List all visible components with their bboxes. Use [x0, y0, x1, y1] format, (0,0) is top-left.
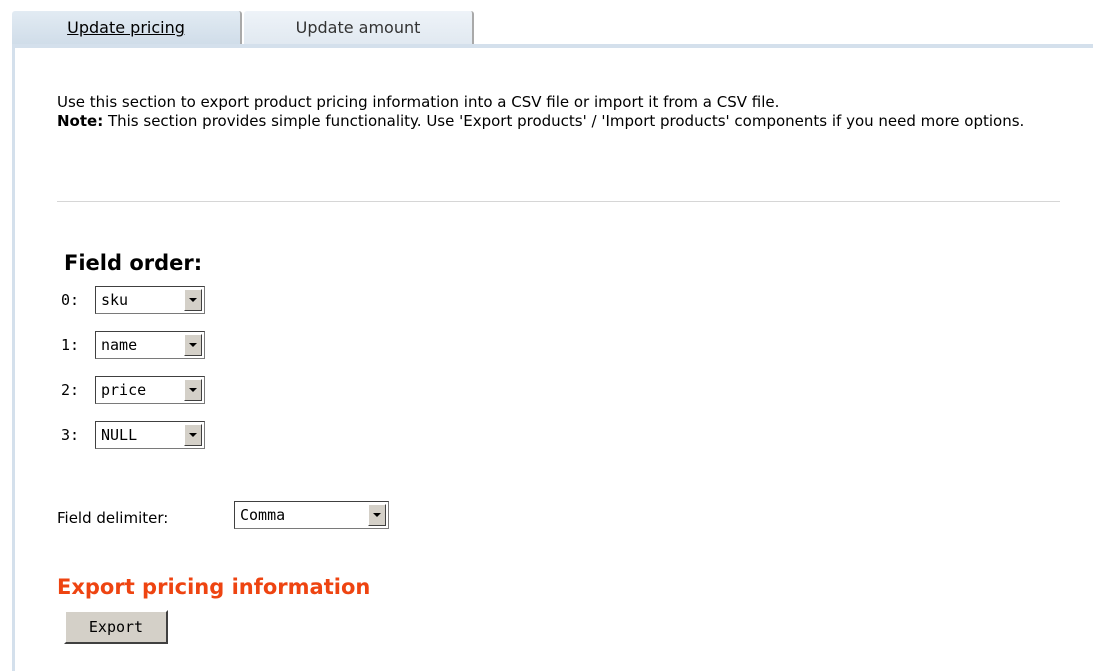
chevron-down-icon[interactable]	[184, 424, 202, 446]
page: Update pricing Update amount Use this se…	[0, 0, 1093, 671]
field-order-index: 0:	[61, 291, 80, 309]
intro-description: Use this section to export product prici…	[57, 93, 780, 111]
select-value: Comma	[240, 506, 286, 524]
note-text: This section provides simple functionali…	[103, 112, 1025, 130]
note-label: Note:	[57, 112, 104, 130]
field-delimiter-label: Field delimiter:	[57, 509, 169, 527]
intro-text: Use this section to export product prici…	[57, 93, 1062, 131]
field-order-select-0[interactable]: sku	[95, 286, 205, 314]
field-order-select-2[interactable]: price	[95, 376, 205, 404]
tab-update-amount-label: Update amount	[295, 18, 421, 37]
tab-bar: Update pricing Update amount	[0, 0, 1093, 48]
tab-update-pricing[interactable]: Update pricing	[12, 11, 242, 44]
export-heading: Export pricing information	[57, 575, 371, 599]
intro-note: Note: This section provides simple funct…	[57, 112, 1062, 131]
tab-update-pricing-label: Update pricing	[67, 18, 185, 37]
chevron-down-icon[interactable]	[184, 289, 202, 311]
select-value: sku	[101, 291, 129, 309]
field-order-index: 1:	[61, 336, 80, 354]
field-order-index: 2:	[61, 381, 80, 399]
chevron-down-icon[interactable]	[368, 504, 386, 526]
field-order-heading: Field order:	[64, 251, 203, 275]
export-button[interactable]: Export	[64, 610, 168, 644]
chevron-down-icon[interactable]	[184, 379, 202, 401]
chevron-down-icon[interactable]	[184, 334, 202, 356]
field-delimiter-select[interactable]: Comma	[234, 501, 389, 529]
select-value: name	[101, 336, 138, 354]
section-divider	[57, 201, 1060, 202]
field-order-select-3[interactable]: NULL	[95, 421, 205, 449]
select-value: price	[101, 381, 147, 399]
tab-update-amount[interactable]: Update amount	[244, 11, 474, 44]
field-order-select-1[interactable]: name	[95, 331, 205, 359]
field-order-index: 3:	[61, 426, 80, 444]
select-value: NULL	[101, 426, 138, 444]
